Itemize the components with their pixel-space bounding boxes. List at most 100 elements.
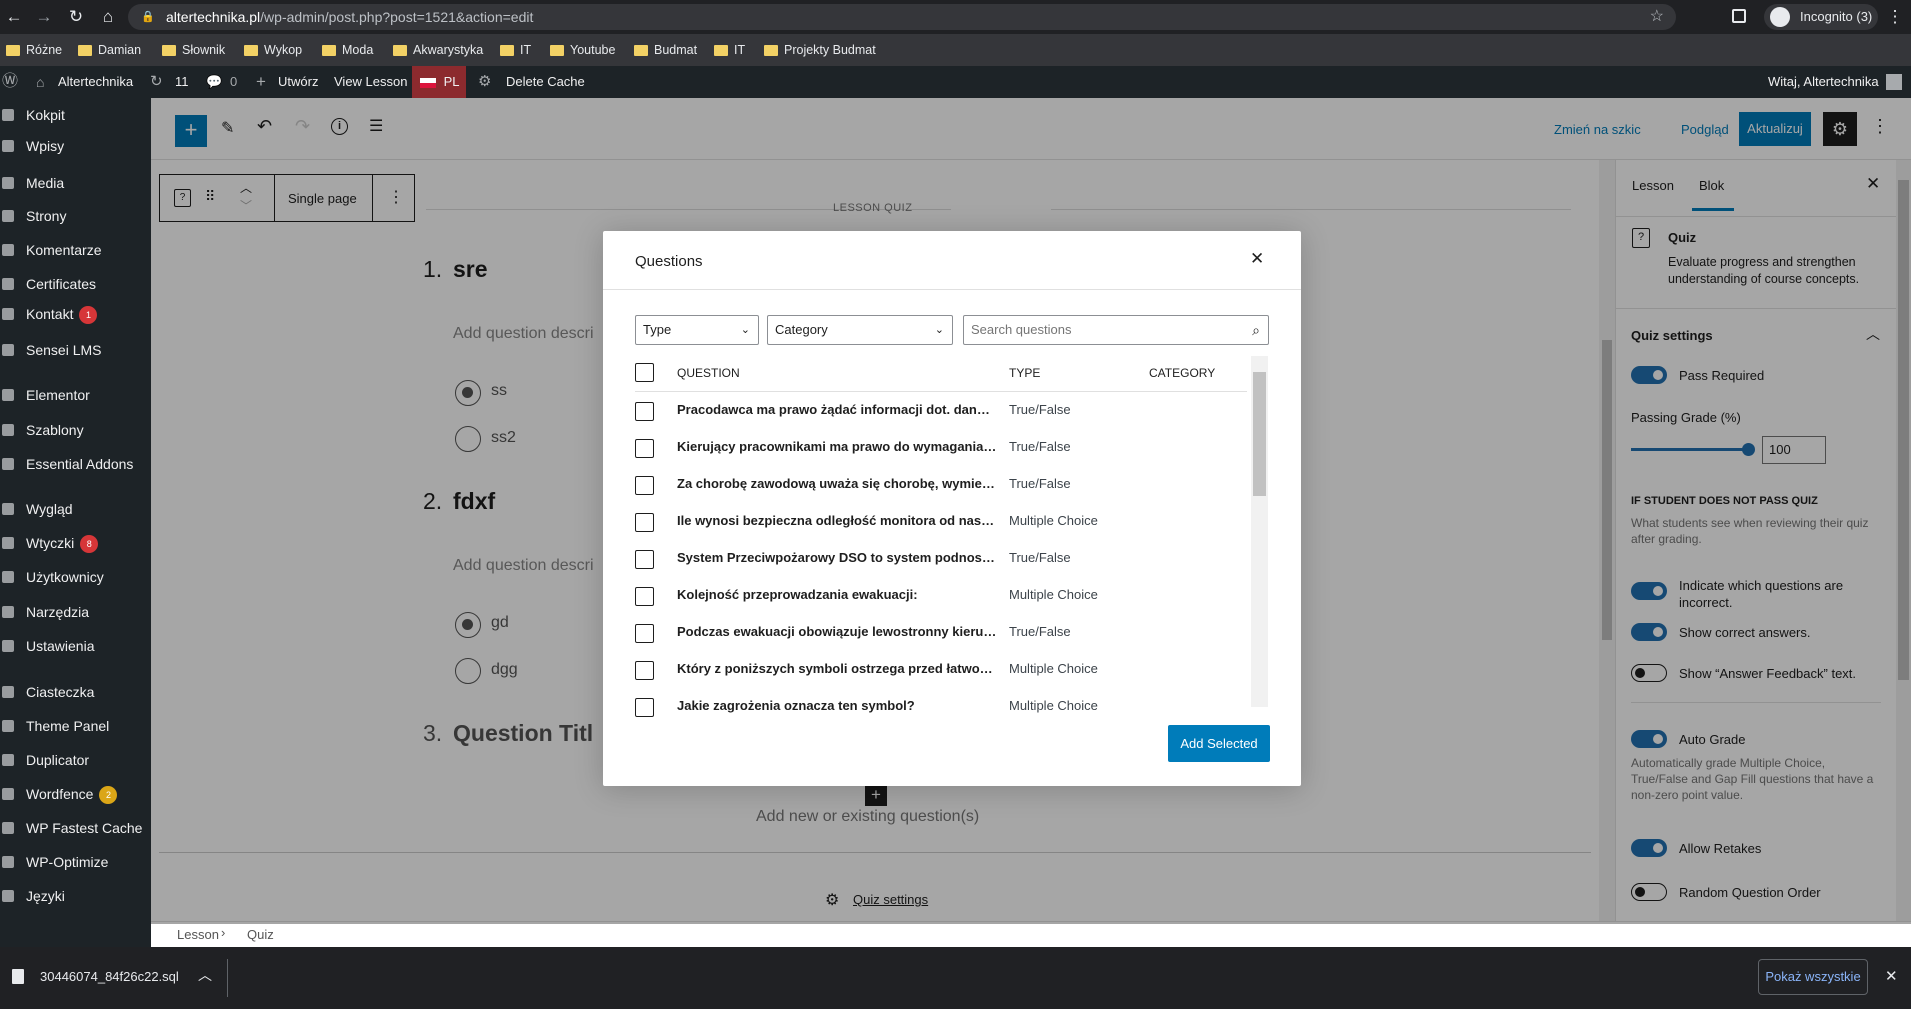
row-checkbox[interactable] [635, 402, 654, 421]
reload-icon[interactable]: ↻ [64, 5, 88, 29]
table-header: QUESTION TYPE CATEGORY [635, 356, 1247, 393]
sidebar-item-duplicator[interactable]: Duplicator [0, 743, 151, 777]
bookmark[interactable]: Damian [78, 34, 141, 66]
flag-icon [420, 77, 436, 88]
delete-cache-link[interactable]: Delete Cache [506, 66, 585, 98]
bookmark[interactable]: Słownik [162, 34, 225, 66]
sidebar-item-theme-panel[interactable]: Theme Panel [0, 709, 151, 743]
bookmark[interactable]: Akwarystyka [393, 34, 483, 66]
select-all-checkbox[interactable] [635, 363, 654, 382]
updates-count[interactable]: 11 [175, 66, 189, 98]
sidebar-item-języki[interactable]: Języki [0, 879, 151, 913]
chevron-right-icon: › [221, 925, 226, 940]
type-filter[interactable]: Type ⌄ [635, 315, 759, 345]
bookmark[interactable]: Budmat [634, 34, 697, 66]
new-content-link[interactable]: Utwórz [278, 66, 318, 98]
sidebar-item-wp-optimize[interactable]: WP-Optimize [0, 845, 151, 879]
forward-icon[interactable]: → [32, 5, 56, 29]
menu-icon[interactable]: ⋮ [1883, 5, 1907, 29]
show-all-button[interactable]: Pokaż wszystkie [1758, 959, 1868, 995]
account-greeting[interactable]: Witaj, Altertechnika [1768, 66, 1879, 98]
table-row[interactable]: Jakie zagrożenia oznacza ten symbol? Mult… [635, 688, 1247, 725]
close-icon[interactable]: ✕ [1250, 249, 1264, 269]
sidebar-item-label: Duplicator [26, 752, 90, 768]
sidebar-item-użytkownicy[interactable]: Użytkownicy [0, 560, 151, 594]
sidebar-item-sensei-lms[interactable]: Sensei LMS [0, 333, 151, 367]
row-checkbox[interactable] [635, 587, 654, 606]
side-panel-icon[interactable] [1732, 9, 1746, 23]
chevron-up-icon[interactable]: ︿ [198, 965, 212, 985]
wordpress-logo-icon[interactable]: Ⓦ [2, 66, 18, 98]
sidebar-item-narzędzia[interactable]: Narzędzia [0, 595, 151, 629]
view-lesson-link[interactable]: View Lesson [334, 66, 407, 98]
bookmark[interactable]: Youtube [550, 34, 615, 66]
bookmark[interactable]: Różne [6, 34, 62, 66]
row-checkbox[interactable] [635, 624, 654, 643]
language-switcher[interactable]: PL [412, 66, 466, 98]
sidebar-item-label: Essential Addons [26, 456, 134, 472]
search-input[interactable]: Search questions ⌕ [963, 315, 1269, 345]
row-checkbox[interactable] [635, 661, 654, 680]
sidebar-item-szablony[interactable]: Szablony [0, 413, 151, 447]
sidebar-item-wygląd[interactable]: Wygląd [0, 492, 151, 526]
sidebar-item-media[interactable]: Media [0, 166, 151, 200]
avatar[interactable] [1886, 74, 1902, 90]
sidebar-item-label: Ciasteczka [26, 684, 95, 700]
bookmark[interactable]: IT [500, 34, 531, 66]
sidebar-item-wordfence[interactable]: Wordfence 2 [0, 777, 151, 811]
sidebar-item-kontakt[interactable]: Kontakt 1 [0, 297, 151, 331]
folder-icon [714, 44, 728, 56]
row-checkbox[interactable] [635, 698, 654, 717]
row-checkbox[interactable] [635, 550, 654, 569]
sidebar-item-wp-fastest-cache[interactable]: WP Fastest Cache [0, 811, 151, 845]
table-row[interactable]: Ile wynosi bezpieczna odległość monitora… [635, 503, 1247, 540]
scrollbar-thumb[interactable] [1253, 372, 1266, 496]
folder-icon [78, 44, 92, 56]
divider [227, 959, 228, 997]
category-filter[interactable]: Category ⌄ [767, 315, 953, 345]
sidebar-item-label: Narzędzia [26, 604, 90, 620]
sidebar-item-ciasteczka[interactable]: Ciasteczka [0, 675, 151, 709]
table-row[interactable]: Za chorobę zawodową uważa się chorobę, w… [635, 466, 1247, 503]
sidebar-item-label: Elementor [26, 387, 90, 403]
sidebar-item-wpisy[interactable]: Wpisy [0, 129, 151, 163]
home-icon[interactable]: ⌂ [96, 5, 120, 29]
incognito-indicator[interactable]: Incognito (3) [1764, 4, 1878, 30]
close-icon[interactable]: ✕ [1885, 967, 1898, 985]
bookmark[interactable]: Moda [322, 34, 373, 66]
list-scrollbar[interactable] [1251, 356, 1268, 707]
sidebar-item-wtyczki[interactable]: Wtyczki 8 [0, 526, 151, 560]
site-name-link[interactable]: Altertechnika [58, 66, 133, 98]
breadcrumb-item[interactable]: Lesson [177, 927, 219, 942]
row-checkbox[interactable] [635, 439, 654, 458]
admin-sidebar: Kokpit Wpisy Media Strony Komentarze Certific… [0, 98, 151, 947]
breadcrumb-item[interactable]: Quiz [247, 927, 274, 942]
sidebar-item-certificates[interactable]: Certificates [0, 267, 151, 301]
table-row[interactable]: Kierujący pracownikami ma prawo do wymag… [635, 429, 1247, 466]
download-filename[interactable]: 30446074_84f26c22.sql [40, 969, 179, 984]
column-question: QUESTION [677, 366, 740, 380]
sidebar-item-komentarze[interactable]: Komentarze [0, 233, 151, 267]
sidebar-item-strony[interactable]: Strony [0, 199, 151, 233]
sidebar-item-kokpit[interactable]: Kokpit [0, 98, 151, 132]
modal-title: Questions [635, 253, 703, 270]
table-row[interactable]: System Przeciwpożarowy DSO to system pod… [635, 540, 1247, 577]
row-checkbox[interactable] [635, 476, 654, 495]
search-icon[interactable]: ⌕ [1252, 316, 1260, 344]
bookmark[interactable]: IT [714, 34, 745, 66]
row-checkbox[interactable] [635, 513, 654, 532]
table-row[interactable]: Pracodawca ma prawo żądać informacji dot… [635, 392, 1247, 429]
star-icon[interactable]: ☆ [1650, 4, 1664, 30]
bookmark[interactable]: Wykop [244, 34, 302, 66]
table-row[interactable]: Który z poniższych symboli ostrzega prze… [635, 651, 1247, 688]
sidebar-item-essential-addons[interactable]: Essential Addons [0, 447, 151, 481]
comments-count[interactable]: 0 [230, 66, 237, 98]
table-row[interactable]: Podczas ewakuacji obowiązuje lewostronny… [635, 614, 1247, 651]
table-row[interactable]: Kolejność przeprowadzania ewakuacji: Mult… [635, 577, 1247, 614]
address-bar[interactable]: 🔒 altertechnika.pl/wp-admin/post.php?pos… [128, 4, 1676, 30]
sidebar-item-elementor[interactable]: Elementor [0, 378, 151, 412]
back-icon[interactable]: ← [2, 5, 26, 29]
bookmark[interactable]: Projekty Budmat [764, 34, 876, 66]
sidebar-item-ustawienia[interactable]: Ustawienia [0, 629, 151, 663]
add-selected-button[interactable]: Add Selected [1168, 725, 1270, 762]
